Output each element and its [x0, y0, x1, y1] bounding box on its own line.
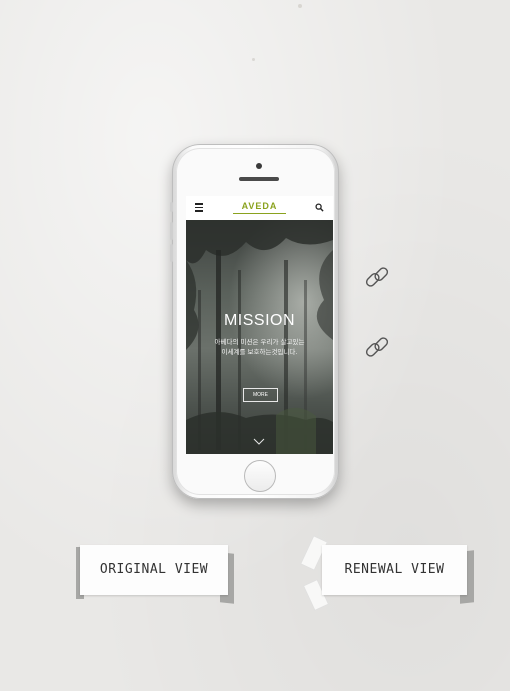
- site-logo[interactable]: AVEDA: [186, 201, 333, 211]
- original-view-tag[interactable]: ORIGINAL VIEW: [76, 545, 234, 604]
- more-button[interactable]: MORE: [243, 388, 278, 402]
- camera: [256, 163, 262, 169]
- link-icon: [365, 267, 389, 287]
- hero-subtitle-line1: 아베다의 미션은 우리가 살고있는: [214, 338, 305, 346]
- paper-speck: [298, 4, 302, 8]
- phone-volume-down: [170, 244, 173, 262]
- search-icon[interactable]: [315, 203, 324, 212]
- hero-subtitle: 아베다의 미션은 우리가 살고있는 이세계를 보호하는것입니다.: [186, 337, 333, 357]
- renewal-view-label[interactable]: RENEWAL VIEW: [322, 562, 467, 577]
- phone-mockup: AVEDA MISSION 아베다의 미션은 우리가 살고있는 이세계를 보호하…: [170, 144, 339, 499]
- home-button[interactable]: [244, 460, 276, 492]
- hero-subtitle-line2: 이세계를 보호하는것입니다.: [221, 348, 298, 356]
- phone-screen: AVEDA MISSION 아베다의 미션은 우리가 살고있는 이세계를 보호하…: [186, 196, 333, 454]
- paper-speck: [252, 58, 255, 61]
- phone-face: AVEDA MISSION 아베다의 미션은 우리가 살고있는 이세계를 보호하…: [176, 148, 335, 495]
- hero-title: MISSION: [223, 312, 296, 329]
- original-view-label[interactable]: ORIGINAL VIEW: [80, 562, 228, 577]
- hero-banner: MISSION 아베다의 미션은 우리가 살고있는 이세계를 보호하는것입니다.…: [186, 220, 333, 454]
- speaker: [239, 177, 279, 181]
- phone-volume-up: [170, 222, 173, 240]
- site-header: AVEDA: [186, 196, 333, 220]
- renewal-view-tag[interactable]: RENEWAL VIEW: [299, 535, 474, 612]
- chevron-down-icon[interactable]: [253, 438, 265, 446]
- link-icon: [365, 337, 389, 357]
- logo-underline: [233, 213, 286, 214]
- phone-side-button: [170, 202, 173, 212]
